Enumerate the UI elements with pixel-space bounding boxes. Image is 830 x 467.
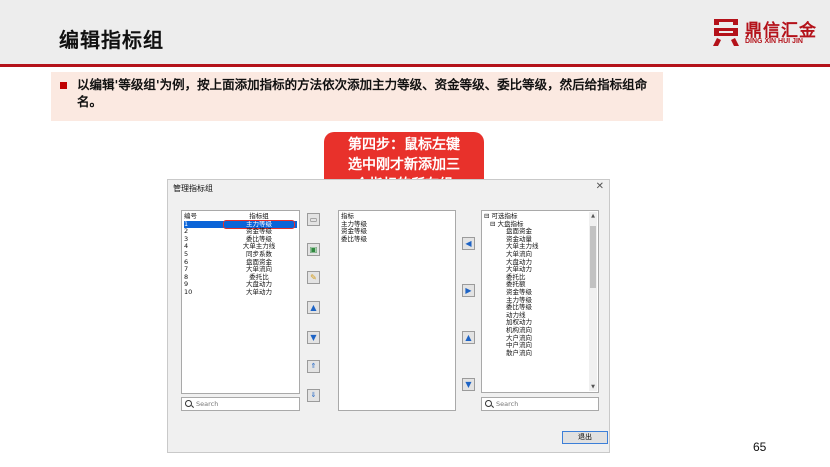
logo-mark-icon xyxy=(713,19,739,46)
instruction-note: 以编辑'等级组'为例，按上面添加指标的方法依次添加主力等级、资金等级、委比等级，… xyxy=(51,72,663,121)
arrow-left-icon[interactable]: ◀ xyxy=(462,237,475,250)
slide-title: 编辑指标组 xyxy=(59,28,164,52)
edit-icon[interactable]: ✎ xyxy=(307,271,320,284)
page-number: 65 xyxy=(753,440,767,454)
search-icon xyxy=(485,400,492,407)
new-icon[interactable]: ▭ xyxy=(307,213,320,226)
arrow-up-icon[interactable]: ▲ xyxy=(462,331,475,344)
instruction-text: 以编辑'等级组'为例，按上面添加指标的方法依次添加主力等级、资金等级、委比等级，… xyxy=(77,77,648,109)
header-divider xyxy=(0,64,830,67)
group-list-header: 编号 指标组 xyxy=(184,212,297,221)
dialog-title: 管理指标组 xyxy=(173,184,213,193)
logo-text-en: DING XIN HUI JIN xyxy=(745,38,803,45)
group-row[interactable]: 2 资金等级 xyxy=(184,228,297,236)
move-bottom-icon[interactable]: ⇓ xyxy=(307,389,320,402)
indicator-tree[interactable]: ⊟ 可选指标 ⊟ 大盘指标 盘面资金 资金动量 大单主力线 大单流向 大盘动力 … xyxy=(481,210,599,393)
brand-logo: 鼎信汇金 DING XIN HUI JIN xyxy=(711,16,819,50)
move-up-icon[interactable]: ▲ xyxy=(307,301,320,314)
close-icon[interactable]: ✕ xyxy=(596,181,604,192)
group-list[interactable]: 编号 指标组 1 主力等级 2 资金等级 3 委比等级 4 大单主力线 5 同步系数 6盘… xyxy=(181,210,300,394)
exit-button[interactable]: 退出 xyxy=(562,431,608,444)
header-bar: 编辑指标组 鼎信汇金 DING XIN HUI JIN xyxy=(0,0,830,64)
indicator-item[interactable]: 委比等级 xyxy=(341,235,453,244)
tree-scrollbar[interactable]: ▲ ▼ xyxy=(589,212,597,391)
group-row[interactable]: 10 大单动力 xyxy=(184,288,297,297)
scrollbar-thumb[interactable] xyxy=(590,226,596,288)
move-top-icon[interactable]: ⇑ xyxy=(307,360,320,373)
tree-search-input[interactable]: Search xyxy=(481,397,599,411)
group-row[interactable]: 6 盘面资金 xyxy=(184,258,297,267)
group-row[interactable]: 7 大单流向 xyxy=(184,266,297,274)
search-icon xyxy=(185,400,192,407)
tree-item[interactable]: 散户流向 xyxy=(484,349,539,358)
move-down-icon[interactable]: ▼ xyxy=(307,331,320,344)
group-search-placeholder: Search xyxy=(196,400,219,408)
arrow-down-icon[interactable]: ▼ xyxy=(462,378,475,391)
copy-icon[interactable]: ▣ xyxy=(307,243,320,256)
bullet-square-icon xyxy=(60,82,67,89)
scroll-down-icon[interactable]: ▼ xyxy=(589,384,597,390)
group-search-input[interactable]: Search xyxy=(181,397,300,411)
group-row[interactable]: 5 同步系数 xyxy=(184,250,297,259)
group-row[interactable]: 9 大盘动力 xyxy=(184,281,297,289)
arrow-right-icon[interactable]: ▶ xyxy=(462,284,475,297)
group-row[interactable]: 1 主力等级 xyxy=(184,219,297,230)
group-row[interactable]: 8 委托比 xyxy=(184,273,297,282)
scroll-up-icon[interactable]: ▲ xyxy=(589,213,597,219)
manage-indicator-group-dialog: 管理指标组 ✕ 编号 指标组 1 主力等级 2 资金等级 3 委比等级 4 大单主力线 … xyxy=(167,179,610,453)
group-row[interactable]: 3 委比等级 xyxy=(184,235,297,244)
tree-search-placeholder: Search xyxy=(496,400,519,408)
group-row[interactable]: 4 大单主力线 xyxy=(184,243,297,251)
indicator-list[interactable]: 指标 主力等级 资金等级 委比等级 xyxy=(338,210,456,411)
